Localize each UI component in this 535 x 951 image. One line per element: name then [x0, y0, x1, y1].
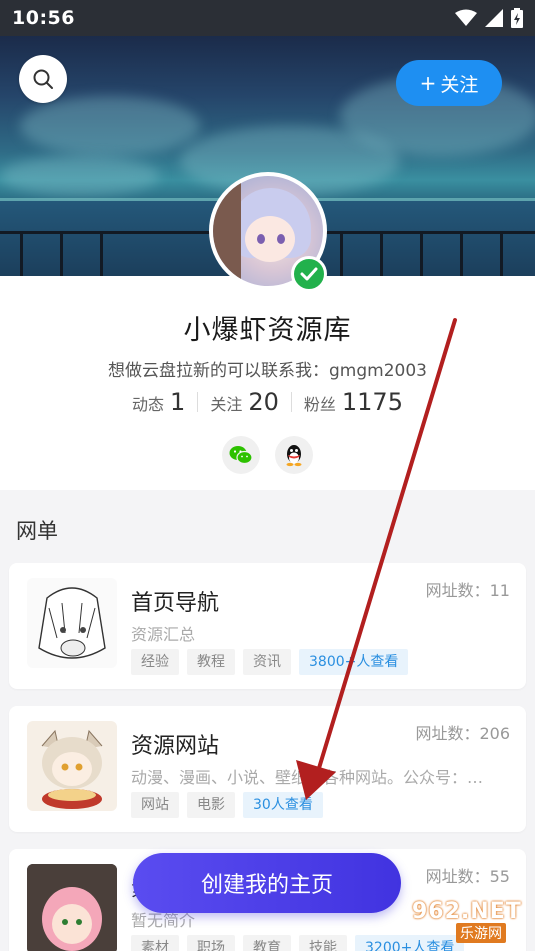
list-item[interactable]: 资源网站 网址数：206 动漫、漫画、小说、壁纸等各种网站。公众号：… 网站 电…: [9, 706, 526, 832]
plus-icon: +: [419, 71, 437, 95]
card-description: 动漫、漫画、小说、壁纸等各种网站。公众号：…: [131, 768, 484, 787]
profile-bio: 想做云盘拉新的可以联系我：gmgm2003: [108, 361, 427, 381]
stat-posts[interactable]: 动态 1: [120, 388, 197, 416]
stat-following[interactable]: 关注 20: [198, 388, 291, 416]
signal-icon: [485, 9, 503, 27]
profile-name: 小爆虾资源库: [183, 315, 352, 346]
qq-button[interactable]: [275, 436, 313, 474]
tag: 经验: [131, 649, 179, 675]
stat-value: 20: [248, 388, 279, 416]
card-thumbnail: [27, 721, 117, 811]
create-homepage-button[interactable]: 创建我的主页: [133, 853, 401, 913]
profile-card: 小爆虾资源库 想做云盘拉新的可以联系我：gmgm2003 动态 1 关注 20 …: [0, 276, 535, 490]
section-title: 网单: [16, 519, 58, 543]
wechat-button[interactable]: [222, 436, 260, 474]
stat-label: 动态: [132, 395, 165, 414]
card-url-count: 网址数：11: [425, 581, 510, 600]
site-watermark: 962.NET 乐游网: [412, 899, 532, 947]
watermark-sub: 乐游网: [456, 923, 506, 943]
tag: 职场: [187, 935, 235, 951]
tag: 教程: [187, 649, 235, 675]
card-title: 首页导航: [131, 591, 220, 616]
profile-stats: 动态 1 关注 20 粉丝 1175: [0, 388, 535, 416]
battery-icon: [511, 8, 523, 28]
card-url-count: 网址数：206: [415, 724, 510, 743]
card-description: 资源汇总: [131, 625, 196, 644]
card-url-count: 网址数：55: [425, 867, 510, 886]
wifi-icon: [455, 9, 477, 26]
stat-followers[interactable]: 粉丝 1175: [292, 388, 415, 416]
tag: 素材: [131, 935, 179, 951]
follow-label: 关注: [440, 73, 479, 96]
check-icon: [300, 267, 318, 281]
card-thumbnail: [27, 578, 117, 668]
watermark-main: 962.NET: [412, 899, 522, 924]
stat-label: 关注: [210, 395, 243, 414]
follow-button[interactable]: + 关注: [396, 60, 502, 106]
list-item[interactable]: 首页导航 网址数：11 资源汇总 经验 教程 资讯 3800+人查看: [9, 563, 526, 689]
status-bar: 10:56: [0, 0, 535, 36]
stat-value: 1175: [341, 388, 403, 416]
card-thumbnail: [27, 864, 117, 951]
wechat-icon: [229, 446, 253, 465]
view-count: 30人查看: [243, 792, 323, 818]
tag: 技能: [299, 935, 347, 951]
tag: 资讯: [243, 649, 291, 675]
status-icons: [455, 8, 523, 28]
stat-label: 粉丝: [303, 395, 336, 414]
social-links: [0, 436, 535, 474]
status-time: 10:56: [12, 7, 75, 29]
tag: 电影: [187, 792, 235, 818]
stat-value: 1: [170, 388, 186, 416]
verified-badge: [291, 256, 327, 292]
view-count: 3800+人查看: [299, 649, 409, 675]
tag: 教育: [243, 935, 291, 951]
card-title: 资源网站: [131, 734, 220, 759]
search-button[interactable]: [19, 55, 67, 103]
search-icon: [33, 69, 53, 89]
card-tags: 经验 教程 资讯 3800+人查看: [131, 649, 409, 675]
card-tags: 网站 电影 30人查看: [131, 792, 323, 818]
tag: 网站: [131, 792, 179, 818]
qq-icon: [286, 445, 302, 467]
